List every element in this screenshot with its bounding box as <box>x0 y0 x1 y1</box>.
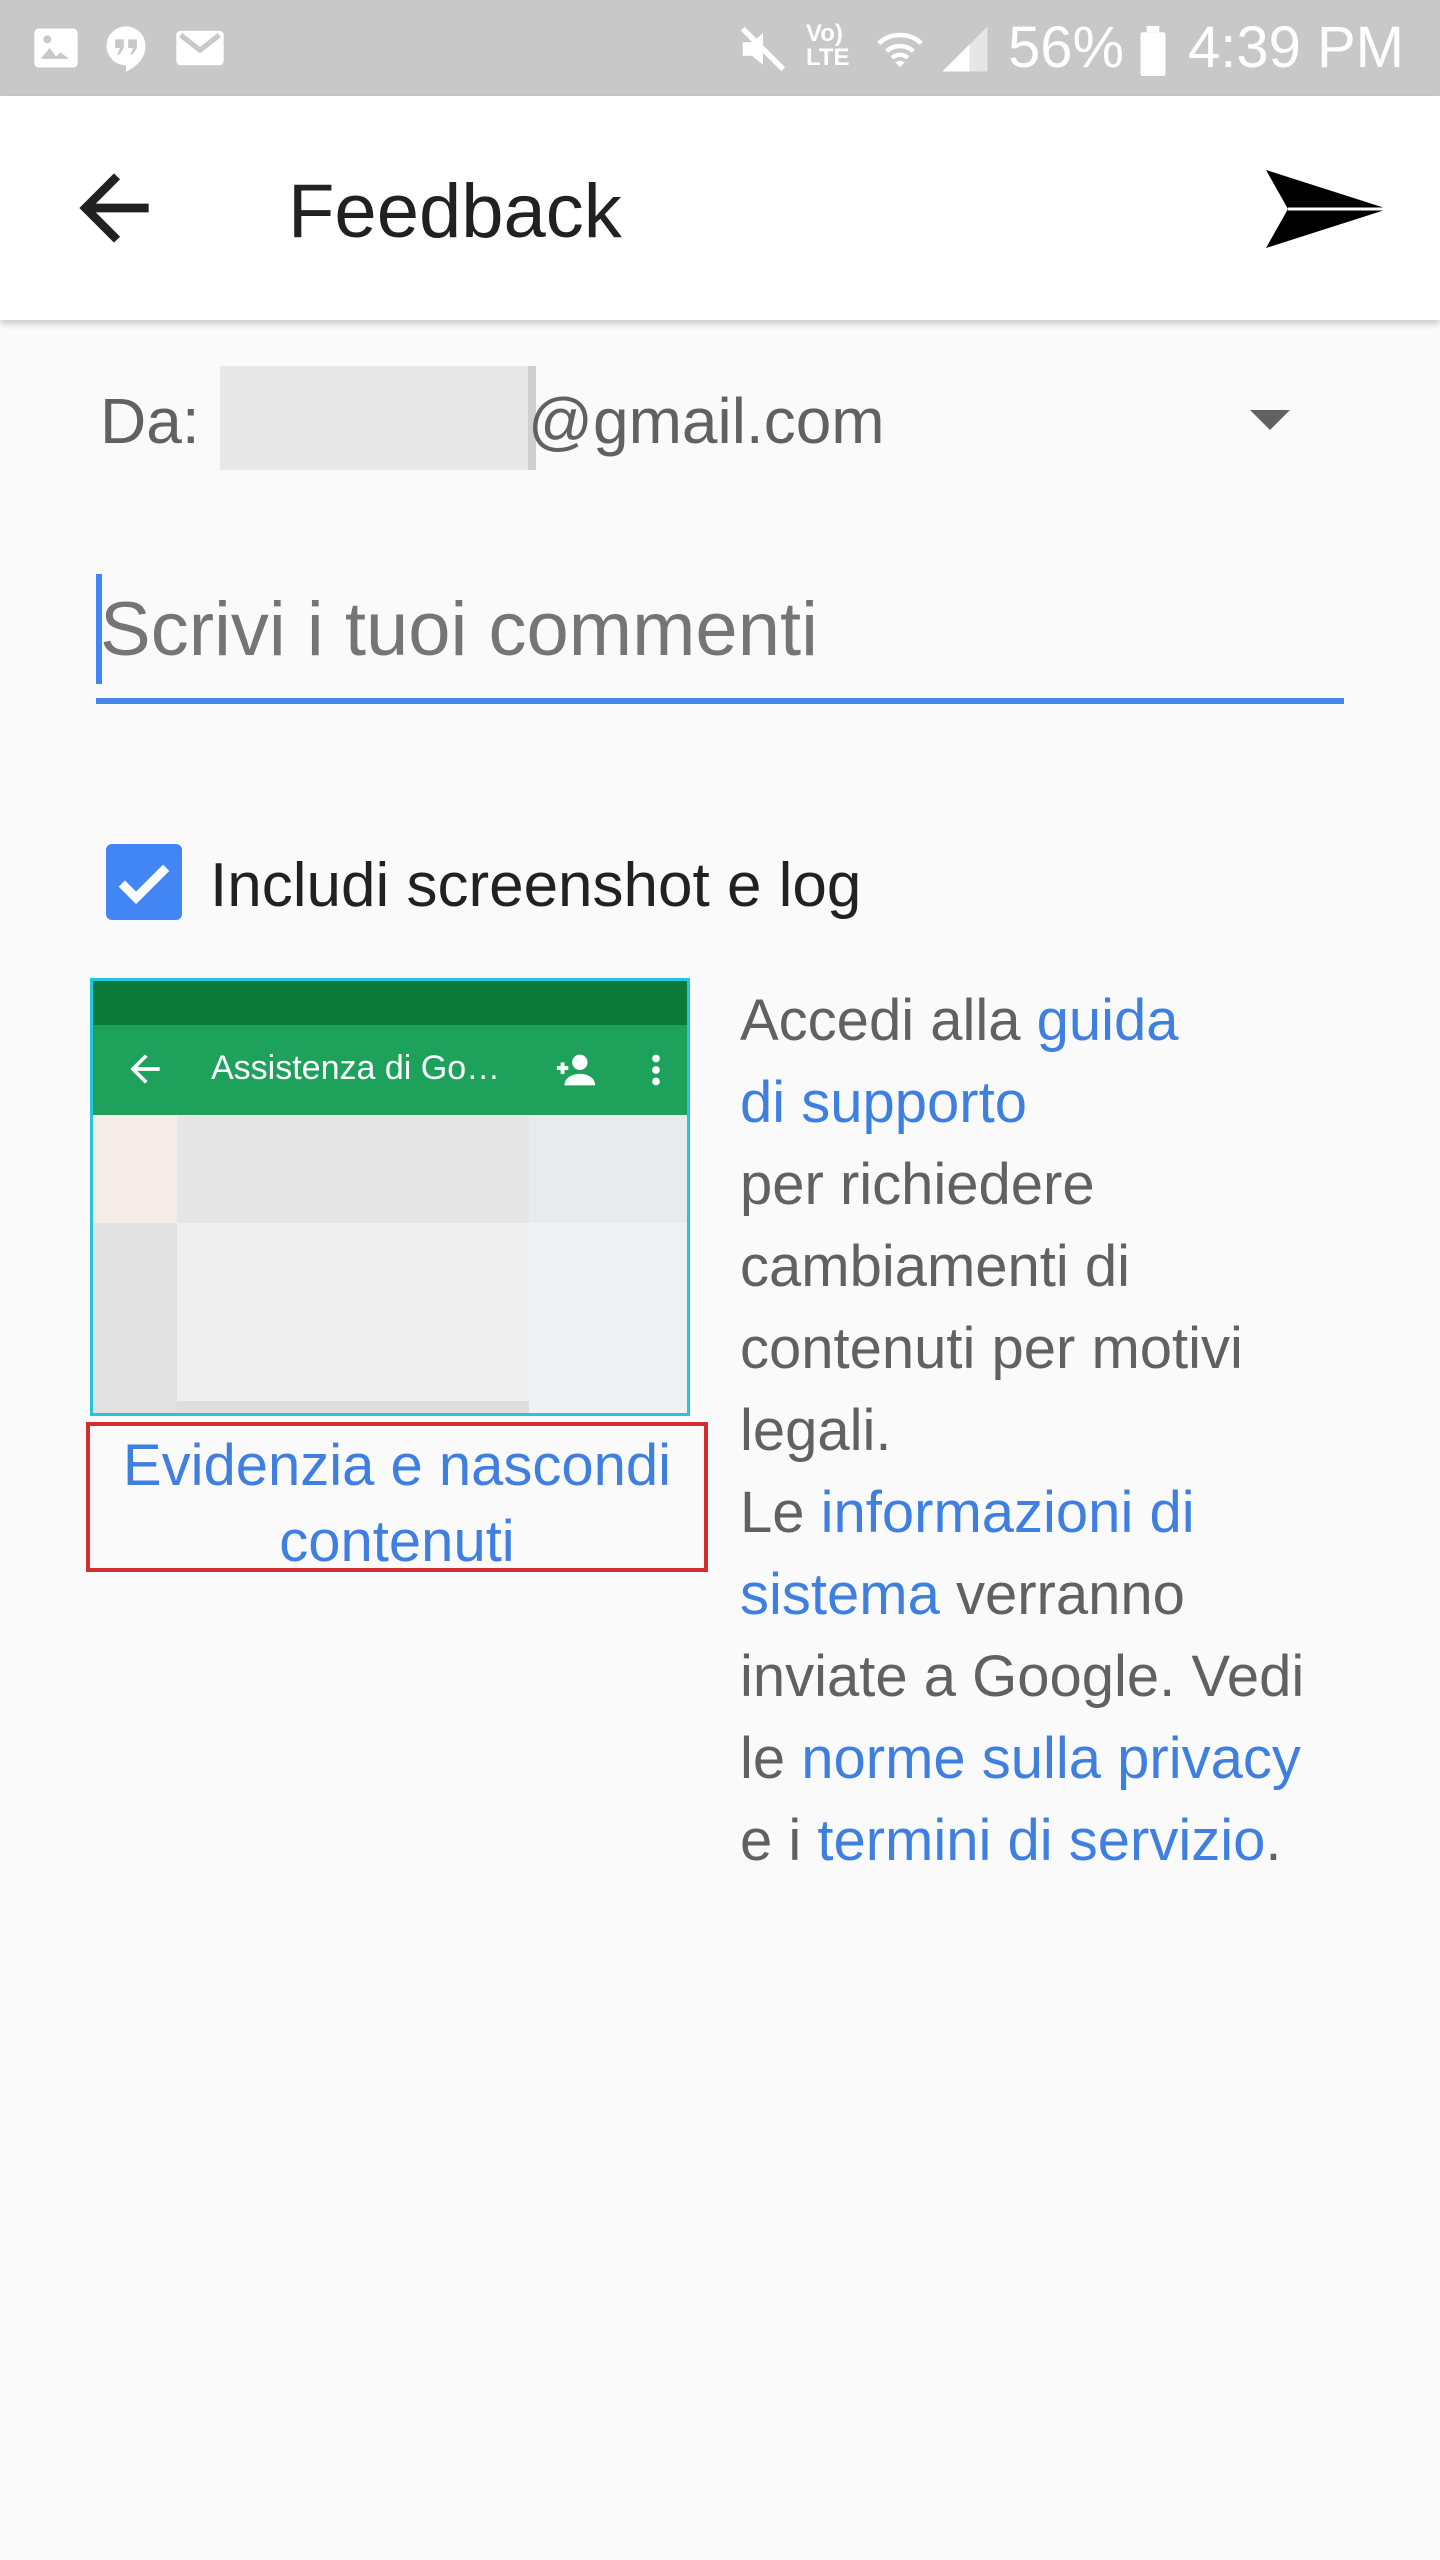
preview-content-block <box>93 1223 177 1413</box>
send-icon <box>1266 170 1388 248</box>
preview-status-bar <box>93 981 687 1025</box>
info-text: . <box>1265 1808 1282 1873</box>
preview-content-block <box>529 1223 687 1413</box>
hangouts-notification-icon <box>106 26 146 72</box>
info-text: Le <box>740 1480 821 1545</box>
info-text: cambiamenti di <box>740 1234 1131 1299</box>
info-line: e i termini di servizio. <box>740 1800 1360 1882</box>
info-text: legali. <box>740 1398 892 1463</box>
from-label: Da: <box>100 385 200 457</box>
info-line: Accedi alla guida <box>740 980 1360 1062</box>
check-icon <box>118 864 170 905</box>
info-text: inviate a Google. Vedi <box>740 1644 1305 1709</box>
arrow-back-icon <box>79 173 149 243</box>
from-email: @gmail.com <box>528 385 885 457</box>
preview-content-block <box>177 1115 529 1223</box>
mute-icon <box>740 26 786 72</box>
info-text: e i <box>740 1808 818 1873</box>
preview-title: Assistenza di Go… <box>211 1049 501 1087</box>
back-button[interactable] <box>62 156 166 260</box>
comment-underline <box>96 698 1344 704</box>
page-title: Feedback <box>288 169 622 254</box>
dropdown-arrow-icon <box>1250 410 1290 430</box>
include-screenshot-label: Includi screenshot e log <box>210 851 862 920</box>
more-vert-icon <box>652 1054 660 1086</box>
redacted-username <box>220 366 536 470</box>
support-guide-link[interactable]: guida <box>1037 988 1179 1053</box>
clock: 4:39 PM <box>1188 15 1404 80</box>
account-dropdown[interactable] <box>1240 400 1320 460</box>
highlight-link-line2: contenuti <box>279 1509 515 1574</box>
info-text: contenuti per motivi <box>740 1316 1243 1381</box>
gmail-notification-icon <box>176 30 224 66</box>
image-notification-icon <box>34 28 78 68</box>
system-info-link-cont[interactable]: sistema <box>740 1562 940 1627</box>
battery-icon <box>1140 26 1166 76</box>
preview-content-block <box>529 1115 687 1223</box>
info-line: di supporto <box>740 1062 1360 1144</box>
info-line: sistema verranno <box>740 1554 1360 1636</box>
info-text: per richiedere <box>740 1152 1095 1217</box>
add-person-icon <box>556 1054 596 1086</box>
comment-input[interactable]: Scrivi i tuoi commenti <box>96 560 1344 706</box>
volte-indicator: Vo) LTE <box>806 20 850 71</box>
from-account-selector[interactable]: Da: @gmail.com <box>100 366 1340 480</box>
info-text: verranno <box>939 1562 1185 1627</box>
info-line: Le informazioni di <box>740 1472 1360 1554</box>
legal-info-text: Accedi alla guida di supporto per richie… <box>740 980 1360 1882</box>
battery-percent: 56% <box>1008 15 1125 80</box>
send-button[interactable] <box>1262 164 1392 254</box>
terms-of-service-link[interactable]: termini di servizio <box>817 1808 1265 1873</box>
wifi-icon <box>877 32 923 67</box>
preview-app-bar: Assistenza di Go… <box>93 1025 687 1115</box>
app-bar: Feedback <box>0 96 1440 320</box>
system-info-link[interactable]: informazioni di <box>821 1480 1195 1545</box>
support-guide-link-cont[interactable]: di supporto <box>740 1070 1027 1135</box>
comment-placeholder: Scrivi i tuoi commenti <box>100 587 818 672</box>
info-line: le norme sulla privacy <box>740 1718 1360 1800</box>
status-bar: Vo) LTE 56% 4:39 PM <box>0 0 1440 96</box>
preview-back-icon <box>130 1054 160 1084</box>
highlight-link-line1: Evidenzia e nascondi <box>122 1433 672 1498</box>
feedback-screen: Vo) LTE 56% 4:39 PM Feedback Da: @gmail.… <box>0 0 1440 2560</box>
preview-content-block <box>177 1401 529 1413</box>
signal-icon <box>942 26 988 72</box>
include-screenshot-checkbox-row[interactable]: Includi screenshot e log <box>106 844 1106 924</box>
info-text: le <box>740 1726 802 1791</box>
privacy-policy-link[interactable]: norme sulla privacy <box>801 1726 1301 1791</box>
include-screenshot-checkbox[interactable] <box>106 844 182 920</box>
preview-content-block <box>93 1115 177 1223</box>
screenshot-preview[interactable]: Assistenza di Go… <box>90 978 690 1416</box>
highlight-hide-link[interactable]: Evidenzia e nascondi contenuti <box>86 1422 708 1574</box>
preview-content-block <box>177 1223 529 1401</box>
info-text: Accedi alla <box>740 988 1037 1053</box>
